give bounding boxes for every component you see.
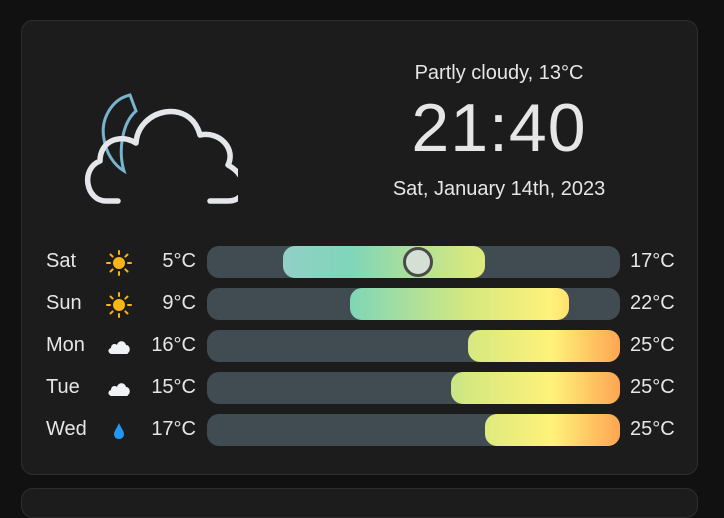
forecast-day: Sat: [46, 250, 77, 272]
night-partly-cloudy-icon: [84, 93, 238, 204]
forecast-row-wed: Wed 17°C 25°C: [22, 413, 699, 447]
forecast-high: 22°C: [630, 292, 675, 314]
forecast-day: Mon: [46, 334, 85, 356]
forecast-row-tue: Tue 15°C 25°C: [22, 371, 699, 405]
next-card: [21, 488, 698, 518]
temperature-range-fill: [468, 330, 620, 362]
temperature-range-bar: [207, 372, 620, 404]
current-condition: Partly cloudy, 13°C: [414, 62, 584, 84]
forecast-day: Sun: [46, 292, 82, 314]
current-temperature-marker: [402, 247, 433, 277]
temperature-range-fill: [451, 372, 620, 404]
rain-drop-icon: [114, 423, 124, 439]
forecast-row-sun: Sun 9°C 22°C: [22, 287, 699, 321]
forecast-high: 25°C: [630, 418, 675, 440]
current-date: Sat, January 14th, 2023: [392, 178, 606, 200]
temperature-range-bar: [207, 414, 620, 446]
forecast-day: Wed: [46, 418, 87, 440]
cloud-icon: [108, 341, 130, 354]
sun-icon: [106, 250, 132, 276]
forecast-row-sat: Sat 5°C 17°C: [22, 245, 699, 279]
forecast-day: Tue: [46, 376, 80, 398]
forecast-low: 5°C: [162, 250, 196, 272]
forecast-low: 17°C: [151, 418, 196, 440]
forecast-high: 25°C: [630, 376, 675, 398]
cloud-icon: [108, 383, 130, 396]
temperature-range-fill: [350, 288, 570, 320]
forecast-row-mon: Mon 16°C 25°C: [22, 329, 699, 363]
temperature-range-bar: [207, 330, 620, 362]
weather-card: Partly cloudy, 13°C 21:40 Sat, January 1…: [21, 20, 698, 475]
temperature-range-bar: [207, 288, 620, 320]
forecast-low: 15°C: [151, 376, 196, 398]
temperature-range-fill: [485, 414, 620, 446]
temperature-range-bar: [207, 246, 620, 278]
clock-time: 21:40: [411, 90, 587, 166]
forecast-high: 17°C: [630, 250, 675, 272]
forecast-low: 16°C: [151, 334, 196, 356]
forecast-high: 25°C: [630, 334, 675, 356]
forecast-low: 9°C: [162, 292, 196, 314]
temperature-range-fill: [282, 246, 486, 278]
sun-icon: [106, 292, 132, 318]
